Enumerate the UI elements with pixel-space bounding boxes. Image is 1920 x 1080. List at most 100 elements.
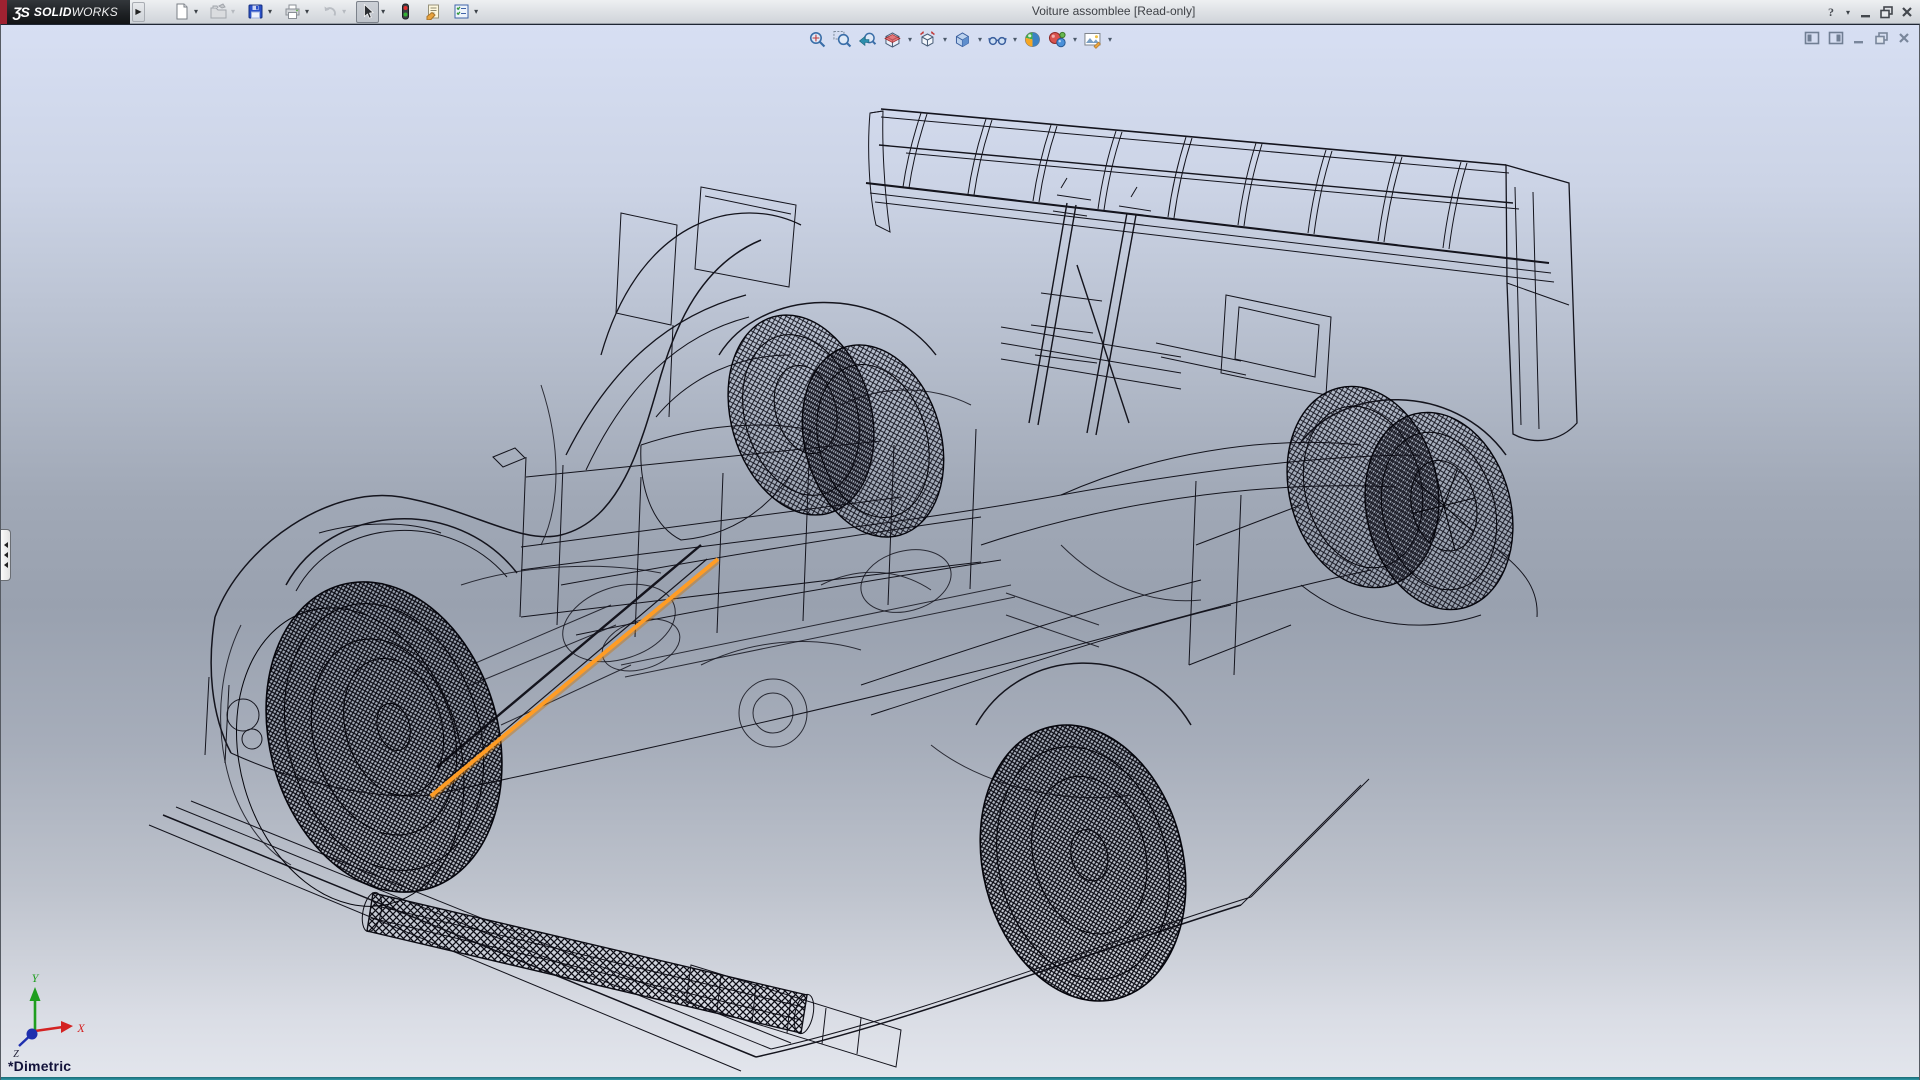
- logo-3ds-mark: ƷS: [13, 4, 29, 20]
- minimize-button[interactable]: [1859, 5, 1873, 19]
- eyeglasses-icon: [988, 30, 1007, 49]
- collapse-arrow-icon: [4, 542, 8, 548]
- view-settings-button[interactable]: [1082, 29, 1103, 50]
- apply-scene-button[interactable]: [1022, 29, 1043, 50]
- section-cube-icon: [883, 30, 902, 49]
- titlebar: ƷS SOLIDWORKS ▶ ▾ ▾: [0, 0, 1920, 24]
- view-orientation-label: *Dimetric: [8, 1058, 71, 1074]
- section-view-dropdown[interactable]: ▾: [908, 35, 912, 44]
- view-orientation-button[interactable]: [917, 29, 938, 50]
- select-cursor-icon: [359, 3, 376, 20]
- side-mesh-tube: [359, 891, 817, 1036]
- magnifier-area-icon: [833, 30, 852, 49]
- left-pane-toggle-button[interactable]: [1804, 31, 1820, 45]
- right-pane-toggle-icon: [1828, 31, 1844, 45]
- close-icon: [1897, 31, 1911, 45]
- minimize-icon: [1852, 31, 1866, 45]
- wing-struts: [1029, 178, 1151, 435]
- collapse-arrow-icon: [4, 552, 8, 558]
- undo-button[interactable]: [319, 1, 340, 23]
- undo-dropdown: ▾: [342, 7, 346, 16]
- right-arrow-icon: ▶: [135, 7, 141, 16]
- toolbar-flyout-button[interactable]: ▶: [132, 2, 145, 22]
- left-pane-toggle-icon: [1804, 31, 1820, 45]
- printer-icon: [284, 3, 301, 20]
- document-close-button[interactable]: [1897, 31, 1911, 45]
- x-axis-label: X: [76, 1021, 85, 1035]
- traffic-light-icon: [397, 3, 414, 20]
- rear-wing: [866, 109, 1577, 441]
- open-folder-icon: [210, 3, 227, 20]
- close-icon: [1900, 5, 1914, 19]
- display-style-button[interactable]: [952, 29, 973, 50]
- document-restore-button[interactable]: [1874, 31, 1889, 45]
- restore-icon: [1879, 5, 1894, 19]
- feature-manager-collapsed-tab[interactable]: [1, 529, 11, 581]
- save-button[interactable]: [245, 1, 266, 23]
- undo-arrow-icon: [321, 3, 338, 20]
- edit-appearance-button[interactable]: [1047, 29, 1068, 50]
- hide-show-items-button[interactable]: [987, 29, 1008, 50]
- new-document-button[interactable]: [171, 1, 192, 23]
- rebuild-button[interactable]: [395, 1, 416, 23]
- display-style-cube-icon: [953, 30, 972, 49]
- zoom-to-fit-button[interactable]: [807, 29, 828, 50]
- previous-view-icon: [858, 30, 877, 49]
- help-button[interactable]: ?: [1824, 5, 1838, 19]
- open-dropdown: ▾: [231, 7, 235, 16]
- restore-icon: [1874, 31, 1889, 45]
- main-toolbar: ▾ ▾ ▾ ▾: [171, 0, 481, 24]
- new-document-icon: [173, 3, 190, 20]
- y-axis-label: Y: [32, 971, 40, 985]
- open-button[interactable]: [208, 1, 229, 23]
- hide-show-items-dropdown[interactable]: ▾: [1013, 35, 1017, 44]
- section-view-button[interactable]: [882, 29, 903, 50]
- collapse-arrow-icon: [4, 562, 8, 568]
- file-properties-button[interactable]: [423, 1, 444, 23]
- magnifier-fit-icon: [808, 30, 827, 49]
- select-button[interactable]: [356, 1, 379, 23]
- orientation-cube-icon: [918, 30, 937, 49]
- view-settings-picture-icon: [1083, 30, 1102, 49]
- wireframe-car-model[interactable]: Y X Z: [1, 25, 1920, 1080]
- window-controls: ? ▾: [1824, 0, 1914, 24]
- file-properties-icon: [425, 3, 442, 20]
- reference-triad: Y X Z: [13, 971, 85, 1060]
- view-settings-dropdown[interactable]: ▾: [1108, 35, 1112, 44]
- wheel-front-left: [198, 554, 538, 934]
- view-orientation-dropdown[interactable]: ▾: [943, 35, 947, 44]
- x-axis-arrow: [61, 1021, 73, 1033]
- document-minimize-button[interactable]: [1852, 31, 1866, 45]
- restore-button[interactable]: [1879, 5, 1894, 19]
- edit-appearance-dropdown[interactable]: ▾: [1073, 35, 1077, 44]
- z-axis-ball: [27, 1029, 38, 1040]
- save-floppy-icon: [247, 3, 264, 20]
- y-axis-arrow: [30, 987, 41, 1001]
- headsup-view-toolbar: ▾ ▾ ▾ ▾: [803, 28, 1117, 51]
- options-dropdown[interactable]: ▾: [474, 7, 478, 16]
- new-dropdown[interactable]: ▾: [194, 7, 198, 16]
- minimize-icon: [1859, 5, 1873, 19]
- options-button[interactable]: [451, 1, 472, 23]
- previous-view-button[interactable]: [857, 29, 878, 50]
- scene-sphere-icon: [1023, 30, 1042, 49]
- select-dropdown[interactable]: ▾: [381, 7, 385, 16]
- zoom-to-area-button[interactable]: [832, 29, 853, 50]
- logo-wordmark: SOLIDWORKS: [34, 5, 118, 19]
- print-dropdown[interactable]: ▾: [305, 7, 309, 16]
- document-title: Voiture assomblee [Read-only]: [1032, 4, 1195, 18]
- document-window-controls: [1804, 31, 1911, 45]
- help-dropdown[interactable]: ▾: [1846, 8, 1850, 17]
- close-button[interactable]: [1900, 5, 1914, 19]
- save-dropdown[interactable]: ▾: [268, 7, 272, 16]
- svg-text:?: ?: [1828, 5, 1834, 19]
- help-icon: ?: [1824, 5, 1838, 19]
- right-pane-toggle-button[interactable]: [1828, 31, 1844, 45]
- appearance-spheres-icon: [1048, 30, 1067, 49]
- print-button[interactable]: [282, 1, 303, 23]
- solidworks-logo: ƷS SOLIDWORKS: [0, 0, 130, 24]
- display-style-dropdown[interactable]: ▾: [978, 35, 982, 44]
- wheel-rear-left: [952, 703, 1214, 1023]
- graphics-viewport[interactable]: Y X Z: [0, 24, 1920, 1080]
- options-checklist-icon: [453, 3, 470, 20]
